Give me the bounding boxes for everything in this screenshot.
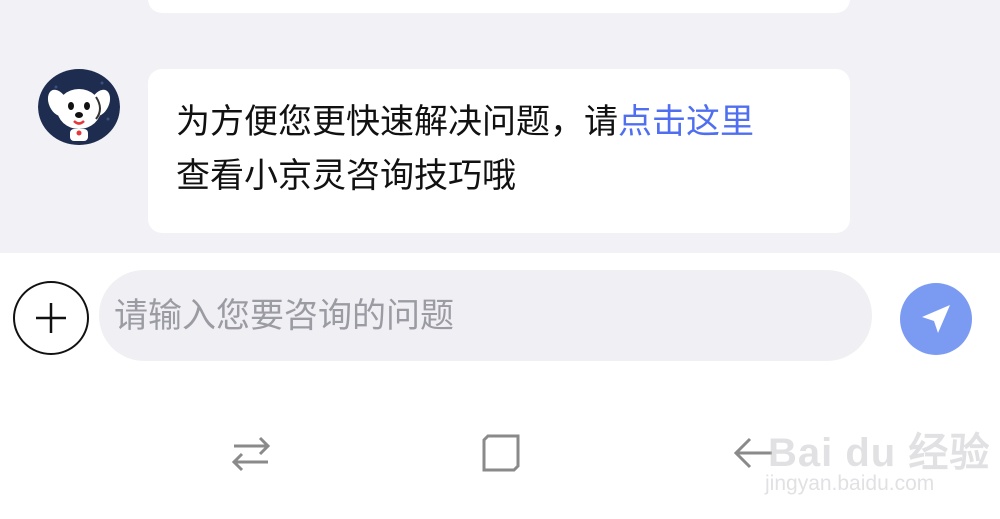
assistant-message-bubble: 为方便您更快速解决问题，请点击这里查看小京灵咨询技巧哦 (148, 69, 850, 233)
nav-home-button[interactable] (478, 430, 524, 476)
home-square-icon (482, 434, 520, 472)
switch-icon (231, 436, 271, 472)
help-link[interactable]: 点击这里 (618, 102, 754, 142)
send-button[interactable] (900, 283, 972, 355)
robot-dog-avatar-icon (38, 69, 120, 145)
plus-icon (36, 303, 66, 333)
message-text-after: 查看小京灵咨询技巧哦 (176, 156, 516, 196)
message-text-before: 为方便您更快速解决问题，请 (176, 102, 618, 142)
watermark-brand: Bai du 经验 (768, 431, 991, 475)
assistant-avatar[interactable] (38, 69, 120, 145)
add-button[interactable] (13, 281, 89, 355)
question-input[interactable] (99, 270, 872, 361)
baidu-jingyan-watermark: Bai du 经验 jingyan.baidu.com (760, 408, 995, 508)
question-input-wrapper (99, 270, 872, 361)
previous-message-bubble (148, 0, 850, 13)
send-arrow-icon (922, 305, 950, 333)
message-text: 为方便您更快速解决问题，请点击这里查看小京灵咨询技巧哦 (176, 95, 836, 203)
chat-area: 为方便您更快速解决问题，请点击这里查看小京灵咨询技巧哦 (0, 0, 1000, 253)
nav-switch-button[interactable] (228, 430, 274, 476)
watermark-url: jingyan.baidu.com (765, 472, 935, 495)
